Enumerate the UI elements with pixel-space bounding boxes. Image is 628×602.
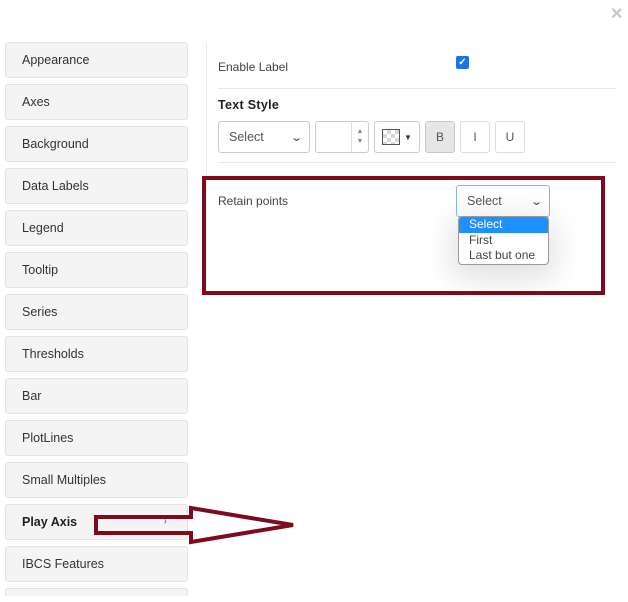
sidebar-item-appearance[interactable]: Appearance — [5, 42, 188, 78]
font-color-picker[interactable]: ▼ — [374, 121, 420, 153]
sidebar-item-label: IBCS Features — [22, 557, 104, 571]
font-size-input[interactable] — [316, 122, 352, 152]
text-style-toolbar: Select ⌄ ▲ ▼ ▼ B I U — [218, 120, 616, 154]
text-style-heading: Text Style — [218, 98, 280, 112]
sidebar-item-label: Data Labels — [22, 179, 89, 193]
decrement-icon[interactable]: ▼ — [357, 137, 364, 147]
sidebar-item-data-labels[interactable]: Data Labels — [5, 168, 188, 204]
sidebar-item-label: Thresholds — [22, 347, 84, 361]
sidebar-item-label: Appearance — [22, 53, 90, 67]
retain-points-dropdown: Select First Last but one — [458, 216, 549, 265]
font-family-select[interactable]: Select ⌄ — [218, 121, 310, 153]
close-icon[interactable]: ✕ — [610, 4, 623, 24]
sidebar-item-tooltip[interactable]: Tooltip — [5, 252, 188, 288]
sidebar-item-background[interactable]: Background — [5, 126, 188, 162]
font-family-value: Select — [229, 130, 264, 144]
sidebar-item-label: Play Axis — [22, 515, 78, 529]
settings-panel: Enable Label ✓ Text Style Select ⌄ ▲ ▼ ▼… — [218, 50, 616, 265]
sidebar-item-label: Background — [22, 137, 89, 151]
caret-down-icon: ▼ — [404, 132, 412, 142]
sidebar-item-ibcs-features[interactable]: IBCS Features — [5, 546, 188, 582]
enable-label-row: Enable Label ✓ — [218, 50, 616, 88]
dropdown-option-first[interactable]: First — [459, 233, 548, 249]
chevron-down-icon: ⌄ — [289, 131, 303, 144]
sidebar-item-label: Axes — [22, 95, 50, 109]
divider — [218, 88, 616, 89]
sidebar-item-legend[interactable]: Legend — [5, 210, 188, 246]
retain-points-value: Select — [467, 194, 502, 208]
sidebar-item-play-axis[interactable]: Play Axis › — [5, 504, 188, 540]
font-size-stepper[interactable]: ▲ ▼ — [315, 121, 369, 153]
sidebar-nav: Appearance Axes Background Data Labels L… — [5, 42, 188, 602]
retain-points-row: Retain points Select ⌄ Select First Last… — [218, 163, 616, 265]
enable-label-checkbox[interactable]: ✓ — [456, 56, 469, 69]
sidebar-item-label: Tooltip — [22, 263, 59, 277]
chevron-right-icon: › — [163, 516, 167, 527]
sidebar-item-small-multiples[interactable]: Small Multiples — [5, 462, 188, 498]
increment-icon[interactable]: ▲ — [357, 127, 364, 137]
sidebar-item-thresholds[interactable]: Thresholds — [5, 336, 188, 372]
sidebar-item-label: PlotLines — [22, 431, 74, 445]
sidebar-item-plotlines[interactable]: PlotLines — [5, 420, 188, 456]
panel-divider — [206, 42, 207, 292]
retain-points-select[interactable]: Select ⌄ — [456, 185, 550, 217]
retain-points-label: Retain points — [218, 194, 289, 208]
sidebar-item-label: Legend — [22, 221, 64, 235]
bold-button[interactable]: B — [425, 121, 455, 153]
transparent-swatch-icon — [382, 129, 401, 145]
sidebar-item-series[interactable]: Series — [5, 294, 188, 330]
chevron-down-icon: ⌄ — [529, 195, 543, 208]
dropdown-option-select[interactable]: Select — [459, 217, 548, 233]
sidebar-item-label: Bar — [22, 389, 42, 403]
sidebar-item-label: Small Multiples — [22, 473, 107, 487]
sidebar-item-label: Series — [22, 305, 58, 319]
underline-button[interactable]: U — [495, 121, 525, 153]
sidebar-item-bar[interactable]: Bar — [5, 378, 188, 414]
enable-label-text: Enable Label — [218, 60, 289, 74]
italic-button[interactable]: I — [460, 121, 490, 153]
dropdown-option-last-but-one[interactable]: Last but one — [459, 248, 548, 264]
sidebar-item-axes[interactable]: Axes — [5, 84, 188, 120]
